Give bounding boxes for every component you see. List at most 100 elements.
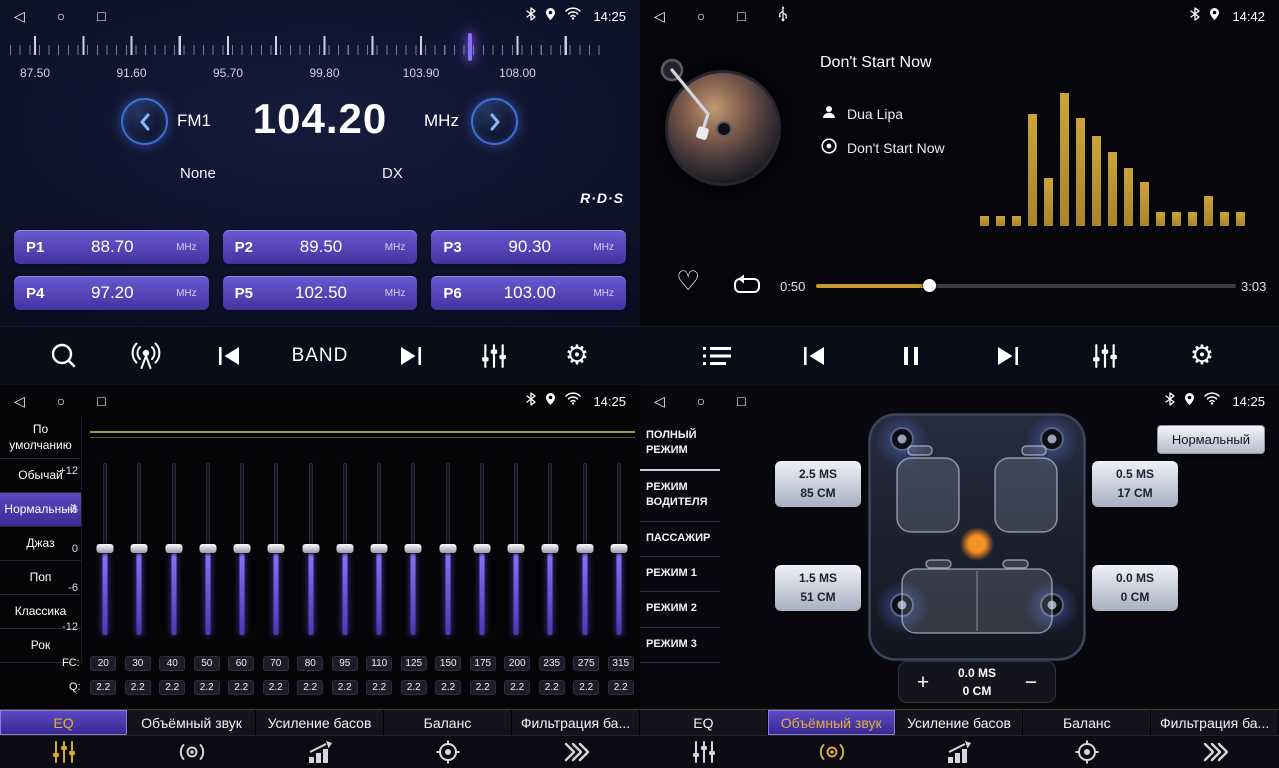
delay-front-left[interactable]: 2.5 MS 85 CM [775, 461, 861, 507]
eq-slider-thumb[interactable] [336, 544, 353, 553]
back-icon[interactable]: ◁ [14, 9, 25, 23]
band-button[interactable]: BAND [292, 345, 349, 367]
progress-thumb[interactable] [923, 279, 936, 292]
progress-bar[interactable] [816, 284, 1236, 288]
eq-slider-thumb[interactable] [199, 544, 216, 553]
back-icon[interactable]: ◁ [14, 394, 25, 408]
home-icon[interactable]: ○ [697, 394, 705, 408]
listening-mode-item[interactable]: ПОЛНЫЙ РЕЖИМ [640, 419, 720, 471]
preset-button-p1[interactable]: P188.70MHz [14, 230, 209, 264]
dx-mode-label[interactable]: DX [382, 165, 403, 182]
crossover-filter-icon[interactable] [1151, 736, 1279, 768]
eq-band-slider[interactable] [362, 463, 396, 635]
eq-faders-icon[interactable] [0, 736, 128, 768]
favorite-heart-icon[interactable]: ♡ [676, 268, 700, 295]
eq-band-slider[interactable] [225, 463, 259, 635]
recents-icon[interactable]: □ [97, 394, 105, 408]
eq-band-slider[interactable] [157, 463, 191, 635]
crossover-filter-icon[interactable] [512, 736, 640, 768]
tab-surround-sound[interactable]: Объёмный звук [128, 710, 256, 735]
eq-band-slider[interactable] [568, 463, 602, 635]
back-icon[interactable]: ◁ [654, 394, 665, 408]
listening-mode-item[interactable]: РЕЖИМ 2 [640, 592, 720, 627]
tab-bass-boost[interactable]: Усиление басов [896, 710, 1024, 735]
settings-gear-icon[interactable]: ⚙ [557, 342, 597, 369]
preset-button-p3[interactable]: P390.30MHz [431, 230, 626, 264]
previous-track-icon[interactable] [794, 344, 834, 368]
listening-mode-item[interactable]: РЕЖИМ ВОДИТЕЛЯ [640, 471, 720, 522]
bass-boost-icon[interactable] [896, 736, 1024, 768]
seek-down-button[interactable] [121, 98, 168, 145]
eq-slider-thumb[interactable] [542, 544, 559, 553]
decrease-delay-button[interactable]: − [1017, 668, 1045, 696]
eq-slider-thumb[interactable] [508, 544, 525, 553]
field-preset-button[interactable]: Нормальный [1157, 425, 1265, 454]
tab-eq-faders[interactable]: EQ [0, 710, 128, 735]
eq-band-slider[interactable] [328, 463, 362, 635]
eq-band-slider[interactable] [533, 463, 567, 635]
listening-mode-item[interactable]: РЕЖИМ 3 [640, 628, 720, 663]
eq-slider-thumb[interactable] [473, 544, 490, 553]
eq-band-slider[interactable] [191, 463, 225, 635]
eq-band-slider[interactable] [499, 463, 533, 635]
tab-balance[interactable]: Баланс [384, 710, 512, 735]
eq-band-slider[interactable] [431, 463, 465, 635]
tab-eq-faders[interactable]: EQ [640, 710, 768, 735]
eq-slider-thumb[interactable] [576, 544, 593, 553]
eq-band-slider[interactable] [88, 463, 122, 635]
eq-faders-icon[interactable] [1085, 343, 1125, 369]
eq-slider-thumb[interactable] [371, 544, 388, 553]
home-icon[interactable]: ○ [57, 9, 65, 23]
delay-rear-left[interactable]: 1.5 MS 51 CM [775, 565, 861, 611]
eq-slider-thumb[interactable] [234, 544, 251, 553]
recents-icon[interactable]: □ [737, 394, 745, 408]
eq-band-slider[interactable] [294, 463, 328, 635]
previous-station-icon[interactable] [209, 344, 249, 368]
eq-faders-icon[interactable] [640, 736, 768, 768]
preset-button-p4[interactable]: P497.20MHz [14, 276, 209, 310]
tuner-needle[interactable] [468, 33, 472, 61]
eq-band-slider[interactable] [602, 463, 636, 635]
seek-up-button[interactable] [471, 98, 518, 145]
eq-slider-thumb[interactable] [302, 544, 319, 553]
surround-sound-icon[interactable] [128, 736, 256, 768]
eq-band-slider[interactable] [259, 463, 293, 635]
playlist-icon[interactable] [697, 345, 737, 367]
delay-rear-right[interactable]: 0.0 MS 0 CM [1092, 565, 1178, 611]
preset-button-p6[interactable]: P6103.00MHz [431, 276, 626, 310]
listening-mode-item[interactable]: РЕЖИМ 1 [640, 557, 720, 592]
back-icon[interactable]: ◁ [654, 9, 665, 23]
eq-band-slider[interactable] [396, 463, 430, 635]
broadcast-antenna-icon[interactable] [126, 342, 166, 370]
eq-band-slider[interactable] [465, 463, 499, 635]
eq-slider-thumb[interactable] [405, 544, 422, 553]
balance-icon[interactable] [1023, 736, 1151, 768]
pause-icon[interactable] [891, 344, 931, 368]
next-station-icon[interactable] [391, 344, 431, 368]
eq-slider-thumb[interactable] [439, 544, 456, 553]
frequency-ruler[interactable] [10, 36, 610, 64]
recents-icon[interactable]: □ [737, 9, 745, 23]
delay-front-right[interactable]: 0.5 MS 17 CM [1092, 461, 1178, 507]
listening-mode-item[interactable]: ПАССАЖИР [640, 522, 720, 557]
home-icon[interactable]: ○ [697, 9, 705, 23]
tab-surround-sound[interactable]: Объёмный звук [768, 710, 896, 735]
eq-band-slider[interactable] [122, 463, 156, 635]
tab-balance[interactable]: Баланс [1023, 710, 1151, 735]
scan-icon[interactable] [43, 341, 83, 371]
tab-crossover-filter[interactable]: Фильтрация ба... [512, 710, 640, 735]
balance-icon[interactable] [384, 736, 512, 768]
eq-slider-thumb[interactable] [610, 544, 627, 553]
tab-bass-boost[interactable]: Усиление басов [256, 710, 384, 735]
eq-slider-thumb[interactable] [268, 544, 285, 553]
preset-button-p5[interactable]: P5102.50MHz [223, 276, 418, 310]
preset-button-p2[interactable]: P289.50MHz [223, 230, 418, 264]
tab-crossover-filter[interactable]: Фильтрация ба... [1151, 710, 1279, 735]
eq-slider-thumb[interactable] [97, 544, 114, 553]
settings-gear-icon[interactable]: ⚙ [1182, 342, 1222, 369]
eq-preset-item[interactable]: По умолчанию [0, 417, 81, 459]
eq-slider-thumb[interactable] [165, 544, 182, 553]
eq-faders-icon[interactable] [474, 343, 514, 369]
next-track-icon[interactable] [988, 344, 1028, 368]
bass-boost-icon[interactable] [256, 736, 384, 768]
